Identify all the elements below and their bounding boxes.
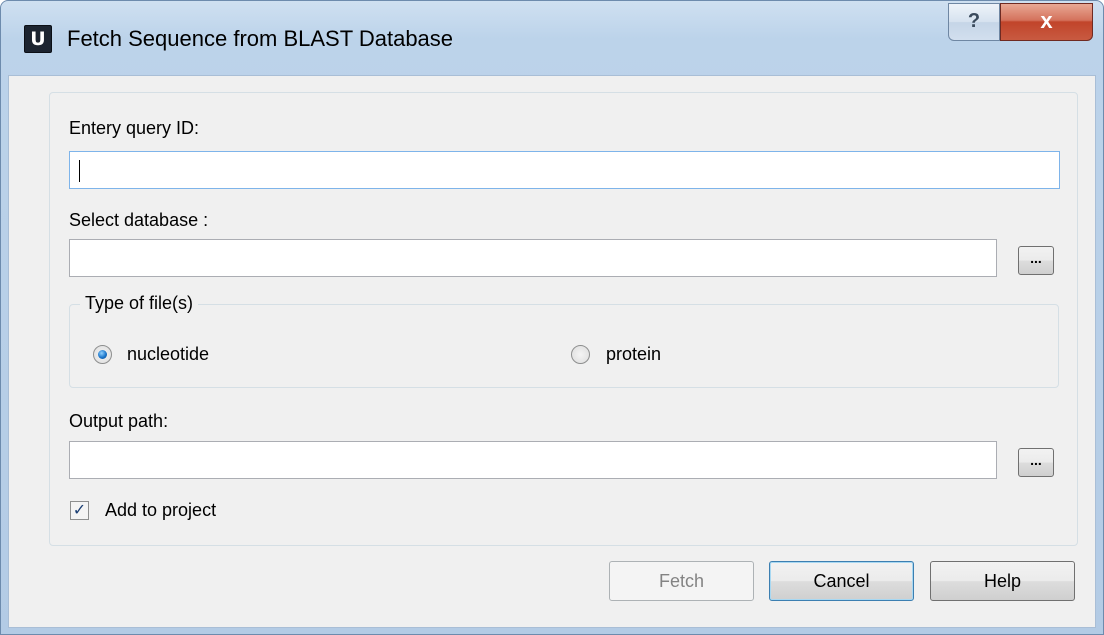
database-browse-button[interactable]: ... [1018, 246, 1054, 275]
database-label: Select database : [69, 210, 209, 230]
window-title: Fetch Sequence from BLAST Database [67, 26, 454, 51]
close-icon: x [1040, 8, 1053, 33]
dialog-window: U Fetch Sequence from BLAST Database ? x… [0, 0, 1104, 635]
file-type-group-title: Type of file(s) [80, 292, 199, 314]
query-id-input[interactable] [69, 151, 1060, 189]
output-path-label: Output path: [69, 411, 169, 431]
add-to-project-checkbox[interactable]: ✓ [70, 501, 89, 520]
protein-label[interactable]: protein [606, 343, 661, 365]
nucleotide-radio[interactable] [93, 345, 112, 364]
close-button[interactable]: x [1000, 3, 1093, 41]
options-panel: Entery query ID: Select database : ... T… [49, 92, 1078, 546]
checkmark-icon: ✓ [72, 502, 87, 519]
radio-selected-dot [98, 350, 107, 359]
dialog-body: Entery query ID: Select database : ... T… [8, 75, 1096, 628]
output-path-input[interactable] [69, 441, 997, 479]
app-icon: U [24, 25, 52, 53]
protein-radio[interactable] [571, 345, 590, 364]
title-bar[interactable]: U Fetch Sequence from BLAST Database ? x [1, 1, 1103, 75]
cancel-button[interactable]: Cancel [769, 561, 914, 601]
text-caret [79, 160, 80, 182]
fetch-button[interactable]: Fetch [609, 561, 754, 601]
nucleotide-label[interactable]: nucleotide [127, 343, 209, 365]
titlebar-help-button[interactable]: ? [948, 3, 1000, 41]
query-id-label: Entery query ID: [69, 118, 200, 138]
add-to-project-label[interactable]: Add to project [105, 499, 216, 521]
help-button[interactable]: Help [930, 561, 1075, 601]
database-input[interactable] [69, 239, 997, 277]
file-type-group: Type of file(s) nucleotide protein [69, 292, 1059, 388]
question-icon: ? [967, 10, 981, 32]
output-path-browse-button[interactable]: ... [1018, 448, 1054, 477]
